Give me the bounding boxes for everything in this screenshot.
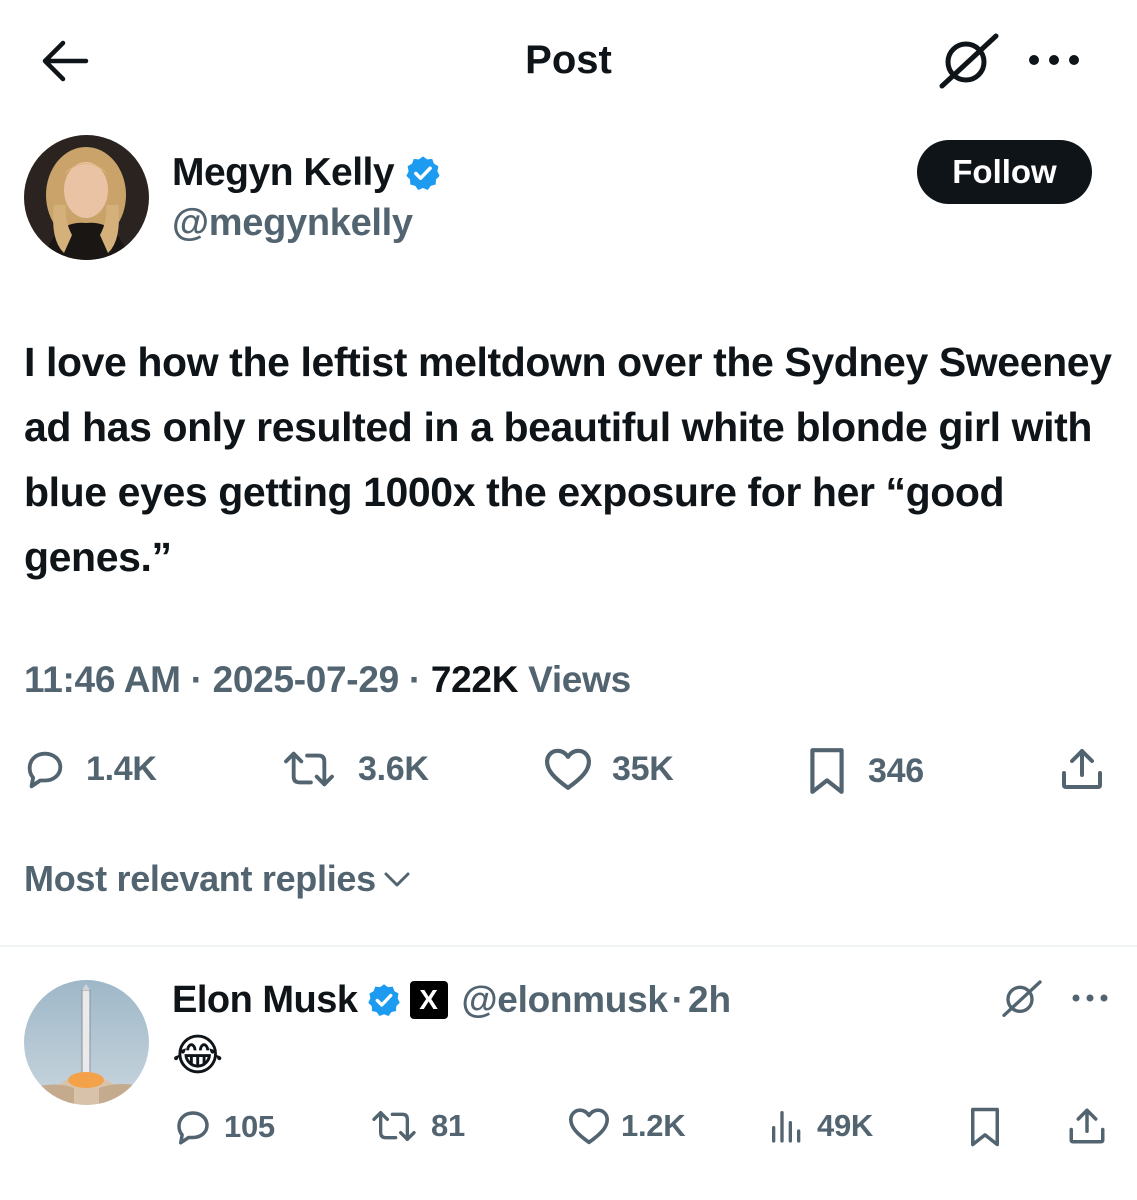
meta-separator: · bbox=[180, 659, 213, 700]
reply-repost-count: 81 bbox=[431, 1108, 465, 1143]
repost-count: 3.6K bbox=[358, 749, 429, 788]
reply-reply-count: 105 bbox=[224, 1109, 275, 1144]
author-name-row: Megyn Kelly bbox=[172, 148, 442, 198]
reply-repost-button[interactable]: 81 bbox=[367, 1106, 465, 1146]
like-button[interactable]: 35K bbox=[542, 746, 674, 792]
reply-like-count: 1.2K bbox=[621, 1108, 686, 1143]
reply-separator: · bbox=[671, 979, 684, 1020]
reply-author-name[interactable]: Elon Musk bbox=[172, 979, 358, 1022]
grok-button[interactable] bbox=[936, 30, 1002, 90]
heart-icon bbox=[568, 1108, 609, 1145]
reply-button[interactable]: 1.4K bbox=[22, 746, 157, 792]
verified-badge-icon bbox=[366, 982, 402, 1018]
bookmark-button[interactable]: 346 bbox=[804, 746, 924, 796]
author-handle[interactable]: @megynkelly bbox=[172, 202, 413, 245]
reply-icon bbox=[177, 1111, 209, 1145]
replies-sort-dropdown[interactable]: Most relevant replies bbox=[24, 858, 412, 900]
replies-sort-label: Most relevant replies bbox=[24, 858, 376, 899]
meta-separator: · bbox=[398, 659, 431, 700]
repost-button[interactable]: 3.6K bbox=[278, 746, 429, 792]
repost-icon bbox=[372, 1111, 416, 1141]
reply-grok-button[interactable] bbox=[1000, 976, 1044, 1020]
reply-like-button[interactable]: 1.2K bbox=[567, 1106, 686, 1146]
reply-more-button[interactable] bbox=[1070, 988, 1110, 1008]
reply-author-avatar[interactable] bbox=[24, 980, 149, 1105]
back-button[interactable] bbox=[36, 36, 96, 86]
divider bbox=[0, 945, 1137, 947]
reply-author-handle[interactable]: @elonmusk bbox=[462, 979, 668, 1021]
reply-share-button[interactable] bbox=[1066, 1104, 1108, 1148]
reply-reply-button[interactable]: 105 bbox=[172, 1106, 275, 1148]
author-avatar[interactable] bbox=[24, 135, 149, 260]
reply-views-count: 49K bbox=[817, 1108, 873, 1143]
analytics-icon bbox=[772, 1111, 801, 1143]
follow-button[interactable]: Follow bbox=[917, 140, 1092, 204]
repost-icon bbox=[284, 751, 334, 787]
like-count: 35K bbox=[612, 749, 674, 788]
bookmark-count: 346 bbox=[868, 751, 924, 790]
more-button[interactable] bbox=[1024, 40, 1084, 80]
reply-count: 1.4K bbox=[86, 749, 157, 788]
share-button[interactable] bbox=[1058, 744, 1106, 794]
grok-icon bbox=[1002, 980, 1042, 1017]
arrow-left-icon bbox=[42, 40, 89, 82]
post-text: I love how the leftist meltdown over the… bbox=[24, 339, 1112, 580]
post-time[interactable]: 11:46 AM bbox=[24, 659, 181, 700]
reply-views-button[interactable]: 49K bbox=[767, 1106, 873, 1146]
bookmark-icon bbox=[971, 1107, 999, 1147]
author-name[interactable]: Megyn Kelly bbox=[172, 151, 395, 195]
reply-time[interactable]: 2h bbox=[688, 979, 731, 1021]
post-meta: 11:46 AM · 2025-07-29 · 722K Views bbox=[24, 656, 631, 704]
share-icon bbox=[1069, 1108, 1105, 1144]
reply-bookmark-button[interactable] bbox=[967, 1106, 1003, 1148]
views-label: Views bbox=[518, 659, 631, 700]
grok-icon bbox=[939, 33, 999, 89]
more-horizontal-icon bbox=[1072, 994, 1108, 1002]
views-count: 722K bbox=[430, 659, 519, 700]
bookmark-icon bbox=[810, 748, 844, 794]
post-date[interactable]: 2025-07-29 bbox=[213, 659, 400, 700]
reply-text: 😂 bbox=[172, 1031, 224, 1080]
more-horizontal-icon bbox=[1029, 55, 1079, 65]
chevron-down-icon bbox=[384, 872, 410, 887]
verified-badge-icon bbox=[404, 154, 442, 192]
reply-icon bbox=[27, 751, 63, 789]
heart-icon bbox=[544, 748, 591, 790]
affiliate-badge-x[interactable]: X bbox=[409, 981, 448, 1019]
reply-header: Elon Musk X @elonmusk · 2h bbox=[172, 974, 731, 1026]
share-icon bbox=[1062, 749, 1102, 789]
